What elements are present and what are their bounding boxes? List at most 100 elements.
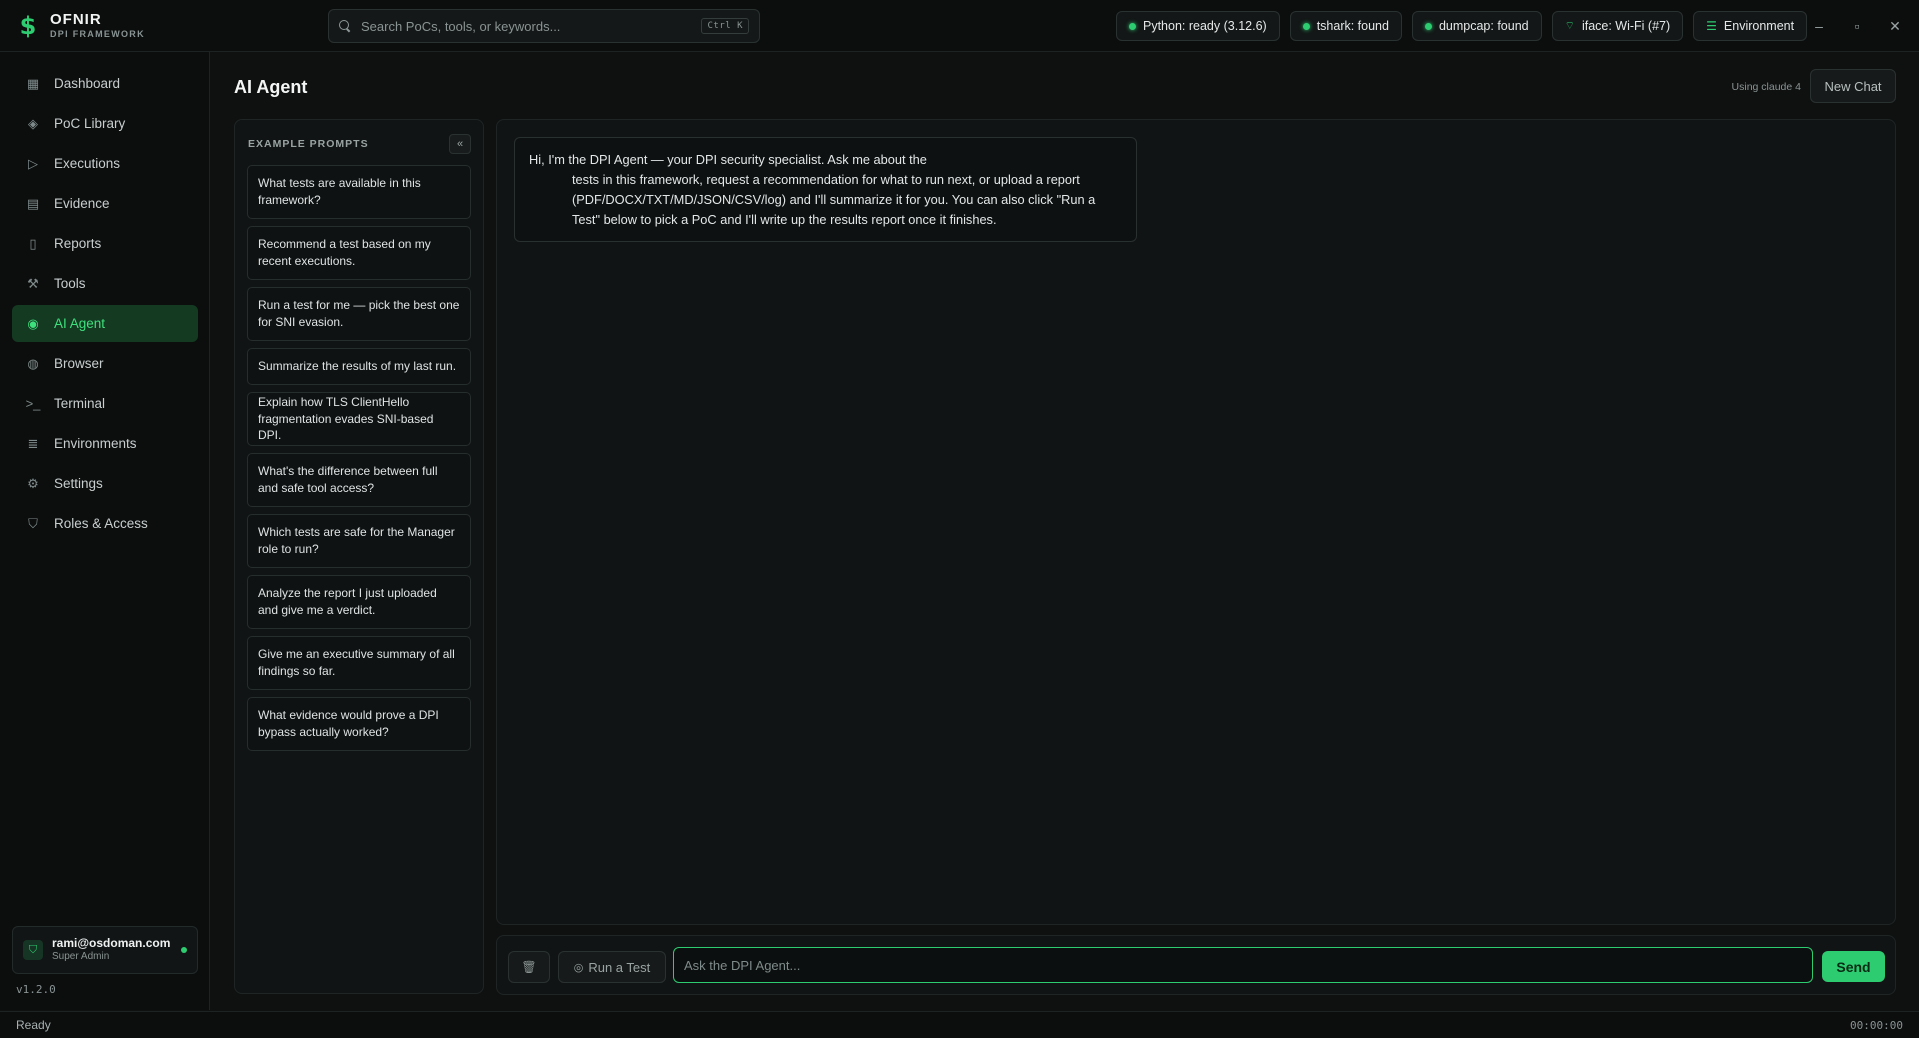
sidebar-item-label: Browser [54, 356, 104, 371]
top-bar: $ OFNIR DPI FRAMEWORK Ctrl K Python: rea… [0, 0, 1919, 52]
environment-label: Environment [1723, 19, 1795, 33]
status-dot-icon [1129, 22, 1136, 30]
example-prompt[interactable]: Run a test for me — pick the best one fo… [247, 287, 471, 341]
close-icon[interactable]: ✕ [1887, 18, 1903, 35]
sidebar-item-label: Dashboard [54, 76, 121, 91]
example-prompt[interactable]: What evidence would prove a DPI bypass a… [247, 697, 471, 751]
sidebar-item-label: Tools [54, 276, 86, 291]
agent-message-body: tests in this framework, request a recom… [572, 172, 1096, 227]
sidebar-item-label: Environments [54, 436, 137, 451]
user-card[interactable]: ⛉ rami@osdoman.com Super Admin [12, 926, 198, 974]
brand-name: OFNIR [50, 11, 102, 28]
trash-icon: 🗑 [521, 960, 537, 974]
sidebar-item-terminal[interactable]: >_ Terminal [12, 385, 198, 422]
search-icon [339, 20, 351, 32]
example-prompt[interactable]: Summarize the results of my last run. [247, 348, 471, 385]
gear-icon: ⚙ [27, 475, 39, 491]
agent-message-first-line: Hi, I'm the DPI Agent — your DPI securit… [529, 152, 927, 167]
online-status-icon [181, 947, 187, 953]
run-test-button[interactable]: ◎ Run a Test [558, 951, 666, 983]
python-status-label: Python: ready (3.12.6) [1143, 19, 1267, 33]
sidebar-item-label: AI Agent [54, 316, 106, 331]
status-pills: Python: ready (3.12.6) tshark: found dum… [1116, 11, 1808, 41]
minimize-icon[interactable]: – [1811, 18, 1827, 34]
sidebar-item-poc-library[interactable]: ◈ PoC Library [12, 105, 198, 142]
sliders-icon: ☰ [1706, 19, 1717, 33]
globe-icon: ◍ [27, 355, 39, 371]
send-button[interactable]: Send [1822, 951, 1885, 982]
new-chat-button[interactable]: New Chat [1810, 69, 1896, 103]
example-prompts-header: EXAMPLE PROMPTS [248, 138, 369, 150]
iface-status-pill[interactable]: ⌔ iface: Wi-Fi (#7) [1551, 11, 1684, 41]
sidebar: ▦ Dashboard ◈ PoC Library ▷ Executions ▤… [0, 52, 210, 1010]
dumpcap-status-label: dumpcap: found [1438, 19, 1529, 33]
chat-area[interactable]: Hi, I'm the DPI Agent — your DPI securit… [496, 119, 1896, 925]
play-circle-icon: ▷ [28, 155, 38, 171]
session-timer: 00:00:00 [1850, 1018, 1903, 1032]
sidebar-item-environments[interactable]: ≣ Environments [12, 425, 198, 462]
sidebar-item-roles-access[interactable]: ⛉ Roles & Access [12, 505, 198, 542]
archive-icon: ▤ [26, 195, 40, 211]
dumpcap-status-pill[interactable]: dumpcap: found [1411, 11, 1542, 41]
terminal-icon: >_ [25, 396, 41, 411]
chat-composer: 🗑 ◎ Run a Test Send [496, 935, 1896, 995]
example-prompt[interactable]: What tests are available in this framewo… [247, 165, 471, 219]
wrench-icon: ⚒ [27, 275, 39, 291]
sidebar-item-tools[interactable]: ⚒ Tools [12, 265, 198, 302]
environment-button[interactable]: ☰ Environment [1693, 11, 1808, 41]
wifi-icon: ⌔ [1564, 20, 1575, 32]
sidebar-item-ai-agent[interactable]: ◉ AI Agent [12, 305, 198, 342]
agent-message: Hi, I'm the DPI Agent — your DPI securit… [514, 137, 1137, 242]
example-prompt[interactable]: What's the difference between full and s… [247, 453, 471, 507]
sidebar-item-label: PoC Library [54, 116, 126, 131]
sidebar-item-browser[interactable]: ◍ Browser [12, 345, 198, 382]
example-prompt[interactable]: Recommend a test based on my recent exec… [247, 226, 471, 280]
user-role: Super Admin [52, 951, 110, 963]
sidebar-item-label: Executions [54, 156, 121, 171]
example-prompt[interactable]: Give me an executive summary of all find… [247, 636, 471, 690]
example-prompt[interactable]: Explain how TLS ClientHello fragmentatio… [247, 392, 471, 446]
maximize-icon[interactable]: ▫ [1849, 18, 1865, 34]
sidebar-item-executions[interactable]: ▷ Executions [12, 145, 198, 182]
global-search[interactable]: Ctrl K [328, 9, 760, 43]
sidebar-item-reports[interactable]: ▯ Reports [12, 225, 198, 262]
grid-icon: ▦ [26, 75, 40, 91]
server-icon: ≣ [27, 435, 39, 451]
search-input[interactable] [361, 18, 702, 34]
brand-subtitle: DPI FRAMEWORK [50, 29, 145, 39]
robot-icon: ◉ [27, 315, 39, 331]
shield-avatar-icon: ⛉ [23, 940, 43, 960]
status-text: Ready [16, 1018, 51, 1032]
play-circle-icon: ◎ [573, 961, 584, 974]
sidebar-item-label: Evidence [54, 196, 110, 211]
collapse-panel-button[interactable]: « [449, 134, 471, 154]
clear-chat-button[interactable]: 🗑 [508, 951, 550, 983]
python-status-pill[interactable]: Python: ready (3.12.6) [1116, 11, 1280, 41]
sidebar-item-dashboard[interactable]: ▦ Dashboard [12, 65, 198, 102]
layers-icon: ◈ [28, 115, 38, 131]
status-dot-icon [1302, 22, 1310, 30]
sidebar-nav: ▦ Dashboard ◈ PoC Library ▷ Executions ▤… [12, 65, 198, 545]
run-test-label: Run a Test [588, 959, 651, 975]
tshark-status-pill[interactable]: tshark: found [1289, 11, 1402, 41]
sidebar-item-label: Terminal [54, 396, 106, 411]
search-shortcut-hint: Ctrl K [701, 18, 749, 34]
window-controls: – ▫ ✕ [1811, 0, 1903, 52]
brand: $ OFNIR DPI FRAMEWORK [0, 11, 210, 40]
example-prompt[interactable]: Analyze the report I just uploaded and g… [247, 575, 471, 629]
sidebar-item-settings[interactable]: ⚙ Settings [12, 465, 198, 502]
app-version: v1.2.0 [16, 983, 56, 996]
logo-icon: $ [19, 11, 37, 40]
user-email: rami@osdoman.com [52, 936, 171, 951]
iface-status-label: iface: Wi-Fi (#7) [1581, 19, 1671, 33]
model-info: Using claude 4 [1731, 81, 1801, 93]
status-bar: Ready 00:00:00 [0, 1011, 1919, 1038]
shield-icon: ⛉ [28, 515, 38, 531]
example-prompt[interactable]: Which tests are safe for the Manager rol… [247, 514, 471, 568]
chat-input[interactable] [673, 947, 1813, 983]
sidebar-item-label: Roles & Access [54, 516, 148, 531]
example-prompts-panel: EXAMPLE PROMPTS « What tests are availab… [234, 119, 484, 994]
sidebar-item-evidence[interactable]: ▤ Evidence [12, 185, 198, 222]
prompt-list: What tests are available in this framewo… [247, 165, 471, 758]
file-icon: ▯ [29, 235, 37, 251]
